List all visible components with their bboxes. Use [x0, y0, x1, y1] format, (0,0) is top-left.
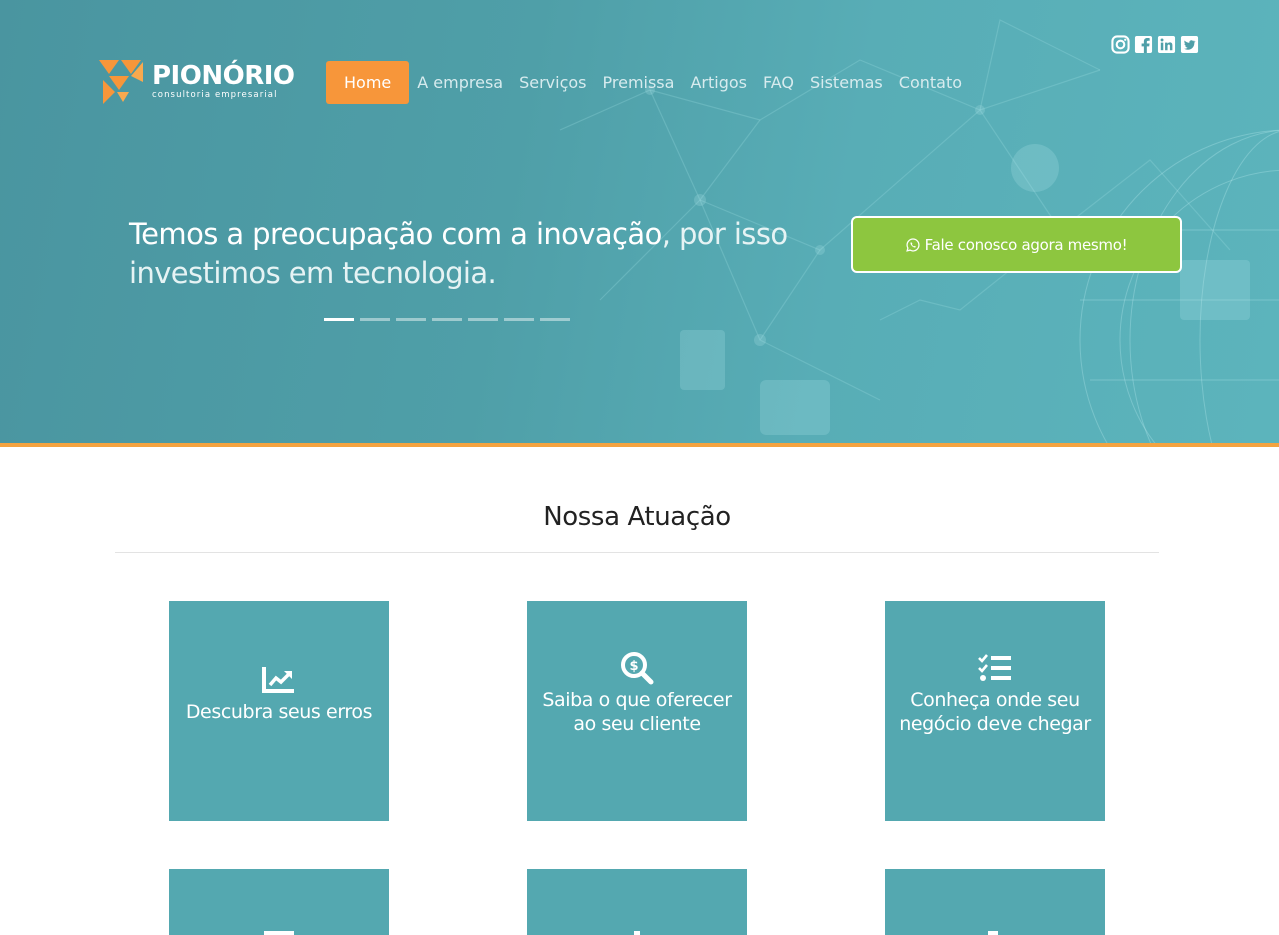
card-icon-partial [988, 931, 998, 935]
nav-faq[interactable]: FAQ [763, 73, 794, 92]
card-partial-5[interactable] [527, 869, 747, 935]
nav-contato[interactable]: Contato [899, 73, 962, 92]
carousel-indicators [324, 318, 570, 321]
linkedin-icon[interactable] [1156, 34, 1176, 54]
instagram-icon[interactable] [1110, 34, 1130, 54]
carousel-dot[interactable] [396, 318, 426, 321]
facebook-icon[interactable] [1133, 34, 1153, 54]
card-descubra-erros[interactable]: Descubra seus erros [169, 601, 389, 821]
carousel-dot[interactable] [432, 318, 462, 321]
svg-text:$: $ [629, 659, 638, 674]
chart-line-icon [169, 665, 389, 693]
nav-premissa[interactable]: Premissa [603, 73, 675, 92]
card-label: Saiba o que oferecer ao seu cliente [542, 689, 732, 735]
main-nav: Home A empresa Serviços Premissa Artigos… [326, 61, 978, 104]
carousel-dot[interactable] [468, 318, 498, 321]
brand-logo[interactable]: PIONÓRIO consultoria empresarial [97, 58, 295, 110]
nav-servicos[interactable]: Serviços [519, 73, 586, 92]
card-partial-4[interactable] [169, 869, 389, 935]
cta-label: Fale conosco agora mesmo! [924, 235, 1128, 254]
social-links [1110, 34, 1199, 54]
card-icon-partial [264, 931, 294, 935]
brand-name: PIONÓRIO [152, 61, 295, 91]
nav-home[interactable]: Home [326, 61, 410, 104]
carousel-dot[interactable] [504, 318, 534, 321]
nav-sistemas[interactable]: Sistemas [810, 73, 883, 92]
whatsapp-contact-button[interactable]: Fale conosco agora mesmo! [851, 216, 1182, 273]
carousel-dot[interactable] [360, 318, 390, 321]
carousel-dot[interactable] [324, 318, 354, 321]
nav-a-empresa[interactable]: A empresa [417, 73, 503, 92]
hero-headline: Temos a preocupação com a inovação, por … [129, 215, 809, 293]
card-label: Descubra seus erros [185, 701, 373, 723]
card-saiba-oferecer[interactable]: $ Saiba o que oferecer ao seu cliente [527, 601, 747, 821]
twitter-icon[interactable] [1179, 34, 1199, 54]
nav-artigos[interactable]: Artigos [690, 73, 747, 92]
tasks-icon [885, 654, 1105, 682]
hero-banner: PIONÓRIO consultoria empresarial Home A … [0, 0, 1279, 447]
card-partial-6[interactable] [885, 869, 1105, 935]
card-label: Conheça onde seu negócio deve chegar [899, 689, 1091, 735]
whatsapp-icon [905, 237, 920, 252]
hero-headline-bold: Temos a preocupação com a inovação [129, 217, 662, 251]
section-divider [115, 552, 1159, 553]
card-conheca-negocio[interactable]: Conheça onde seu negócio deve chegar [885, 601, 1105, 821]
card-icon-partial [634, 931, 640, 935]
section-title: Nossa Atuação [543, 502, 731, 532]
triangle-logo-icon [99, 60, 143, 104]
search-dollar-icon: $ [527, 651, 747, 685]
brand-tagline: consultoria empresarial [152, 90, 278, 100]
carousel-dot[interactable] [540, 318, 570, 321]
